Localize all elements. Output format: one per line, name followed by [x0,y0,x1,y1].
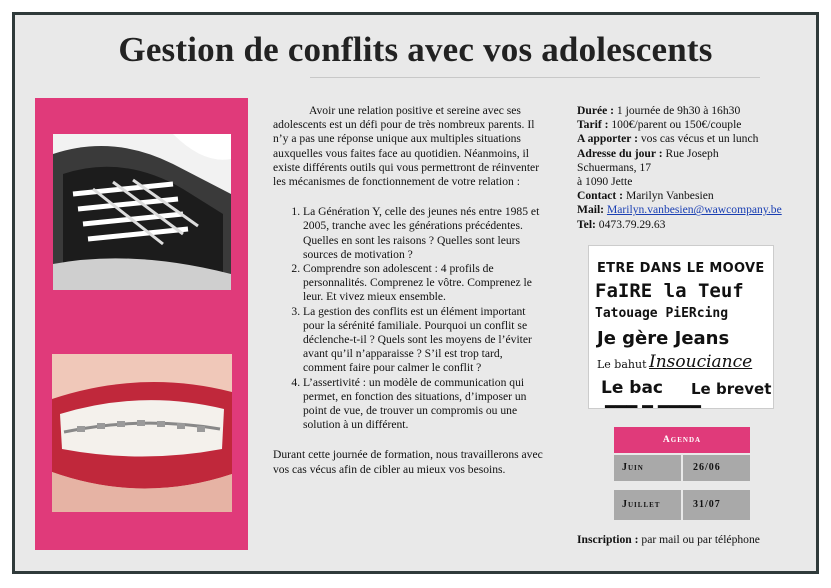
price-row: Tarif : 100€/parent ou 150€/couple [577,118,817,132]
word-collage-image: ▔▔▔▔▔▔▔▔▔▔▔ ETRE DANS LE MOOVE FaIRE la … [588,245,774,409]
address-value: Rue Joseph [662,146,719,160]
contact-value: Marilyn Vanbesien [623,189,714,203]
closing-paragraph: Durant cette journée de formation, nous … [273,448,543,476]
title-divider [310,77,760,78]
point-item: La Génération Y, celle des jeunes nés en… [303,205,545,262]
collage-word: Le bac [601,378,663,398]
mail-row: Mail: Marilyn.vanbesien@wawcompany.be [577,203,817,217]
bring-label: A apporter : [577,132,638,146]
address-line-3: à 1090 Jette [577,175,633,189]
agenda-header: Agenda [614,427,750,453]
duration-value: 1 journée de 9h30 à 16h30 [614,104,741,117]
bring-row: A apporter : vos cas vécus et un lunch [577,132,817,146]
point-item: La gestion des conflits est un élément i… [303,305,545,376]
contact-row: Contact : Marilyn Vanbesien [577,189,817,203]
address-row: Adresse du jour : Rue Joseph [577,147,817,161]
collage-word: ETRE DANS LE MOOVE [597,261,765,276]
registration-value: par mail ou par téléphone [638,533,760,546]
duration-row: Durée : 1 journée de 9h30 à 16h30 [577,104,817,118]
point-item: L’assertivité : un modèle de communicati… [303,376,545,433]
page-title: Gestion de conflits avec vos adolescents [118,30,713,69]
collage-word: Je gère Jeans [597,328,730,349]
collage-word: FaIRE la Teuf [595,280,744,302]
price-value: 100€/parent ou 150€/couple [608,118,742,132]
contact-label: Contact : [577,189,624,203]
collage-word: Insouciance [649,352,753,372]
braces-smile-photo [52,354,232,512]
registration-line: Inscription : par mail ou par téléphone [577,533,760,546]
bring-value: vos cas vécus et un lunch [637,132,759,146]
address-line-2: Schuermans, 17 [577,160,652,174]
sneakers-photo [53,134,231,290]
duration-label: Durée : [577,104,615,117]
info-block: Durée : 1 journée de 9h30 à 16h30 Tarif … [577,104,817,232]
phone-label: Tel: [577,217,596,231]
collage-word: Tatouage PiERcing [595,306,729,321]
agenda-date: 31/07 [683,490,750,520]
collage-word: Le bahut [597,358,647,371]
description-text: Avoir une relation positive et sereine a… [273,104,545,477]
phone-value: 0473.79.29.63 [595,217,666,231]
price-label: Tarif : [577,118,609,132]
mail-link[interactable]: Marilyn.vanbesien@wawcompany.be [607,203,782,216]
collage-word: Le brevet [691,380,772,398]
agenda-month: Juillet [614,490,681,520]
intro-paragraph: Avoir une relation positive et sereine a… [273,104,540,189]
agenda-date: 26/06 [683,455,750,481]
address-label: Adresse du jour : [577,146,663,160]
point-item: Comprendre son adolescent : 4 profils de… [303,262,545,305]
mail-label: Mail: [577,203,605,217]
phone-row: Tel: 0473.79.29.63 [577,218,817,232]
registration-label: Inscription : [577,533,639,546]
points-list: La Génération Y, celle des jeunes nés en… [273,205,545,432]
agenda-month: Juin [614,455,681,481]
